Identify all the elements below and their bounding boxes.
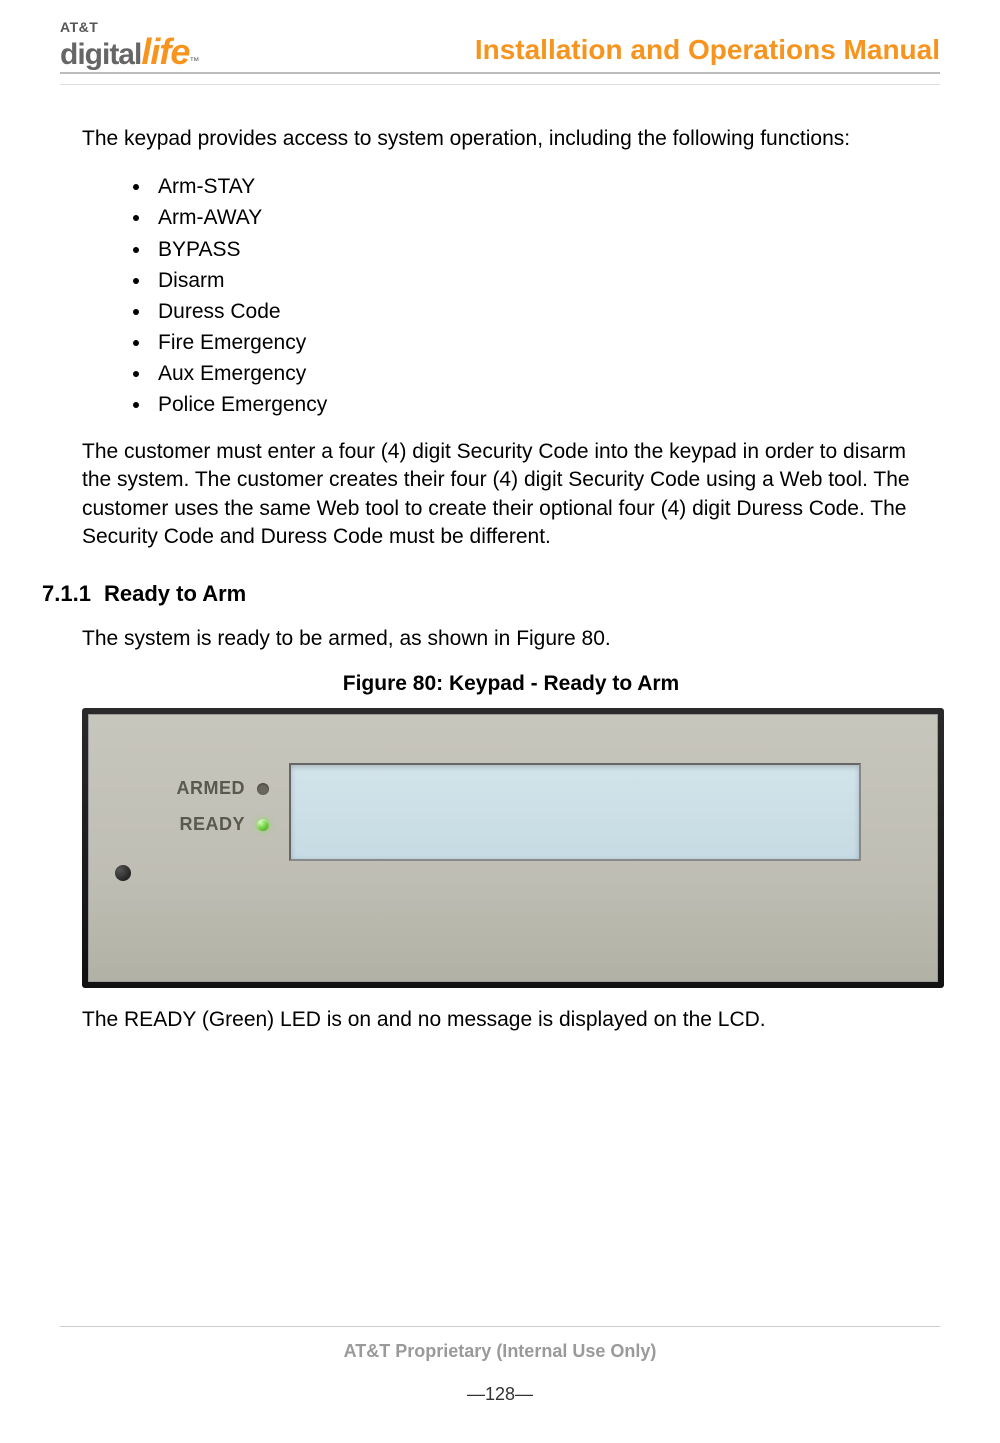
ready-label: READY <box>179 814 245 835</box>
sensor-dot-icon <box>115 865 131 881</box>
document-title: Installation and Operations Manual <box>475 34 940 70</box>
figure-caption: Figure 80: Keypad - Ready to Arm <box>82 672 940 696</box>
keypad-figure: ARMED READY <box>82 708 944 988</box>
page-number: ―128― <box>60 1384 940 1405</box>
list-item: Fire Emergency <box>152 327 940 358</box>
list-item: Duress Code <box>152 296 940 327</box>
page-header: AT&T digitallife™ Installation and Opera… <box>60 20 940 74</box>
proprietary-notice: AT&T Proprietary (Internal Use Only) <box>60 1341 940 1362</box>
armed-row: ARMED <box>149 771 269 807</box>
logo-word-life: life <box>141 34 189 70</box>
page-footer: AT&T Proprietary (Internal Use Only) ―12… <box>60 1326 940 1405</box>
lcd-display <box>289 763 861 861</box>
list-item: Arm-STAY <box>152 171 940 202</box>
ready-led-icon <box>257 819 269 831</box>
section-title: Ready to Arm <box>104 581 246 607</box>
list-item: BYPASS <box>152 234 940 265</box>
section-heading: 7.1.1 Ready to Arm <box>42 581 940 607</box>
logo-trademark: ™ <box>189 57 199 67</box>
logo-main: digitallife™ <box>60 34 199 70</box>
led-label-column: ARMED READY <box>149 771 269 843</box>
section-number: 7.1.1 <box>42 581 104 607</box>
list-item: Police Emergency <box>152 389 940 420</box>
keypad-body: ARMED READY <box>88 714 938 982</box>
brand-logo: AT&T digitallife™ <box>60 20 199 70</box>
main-content: The keypad provides access to system ope… <box>60 125 940 1034</box>
list-item: Aux Emergency <box>152 358 940 389</box>
page: AT&T digitallife™ Installation and Opera… <box>0 0 1000 1443</box>
list-item: Disarm <box>152 265 940 296</box>
list-item: Arm-AWAY <box>152 202 940 233</box>
footer-divider <box>60 1326 940 1327</box>
post-figure-paragraph: The READY (Green) LED is on and no messa… <box>82 1006 940 1034</box>
armed-led-icon <box>257 783 269 795</box>
security-code-paragraph: The customer must enter a four (4) digit… <box>82 438 940 551</box>
ready-row: READY <box>149 807 269 843</box>
logo-word-digital: digital <box>60 40 141 70</box>
ready-paragraph: The system is ready to be armed, as show… <box>82 625 940 653</box>
function-list: Arm-STAY Arm-AWAY BYPASS Disarm Duress C… <box>152 171 940 420</box>
armed-label: ARMED <box>177 778 246 799</box>
intro-paragraph: The keypad provides access to system ope… <box>82 125 940 153</box>
header-divider <box>60 84 940 85</box>
